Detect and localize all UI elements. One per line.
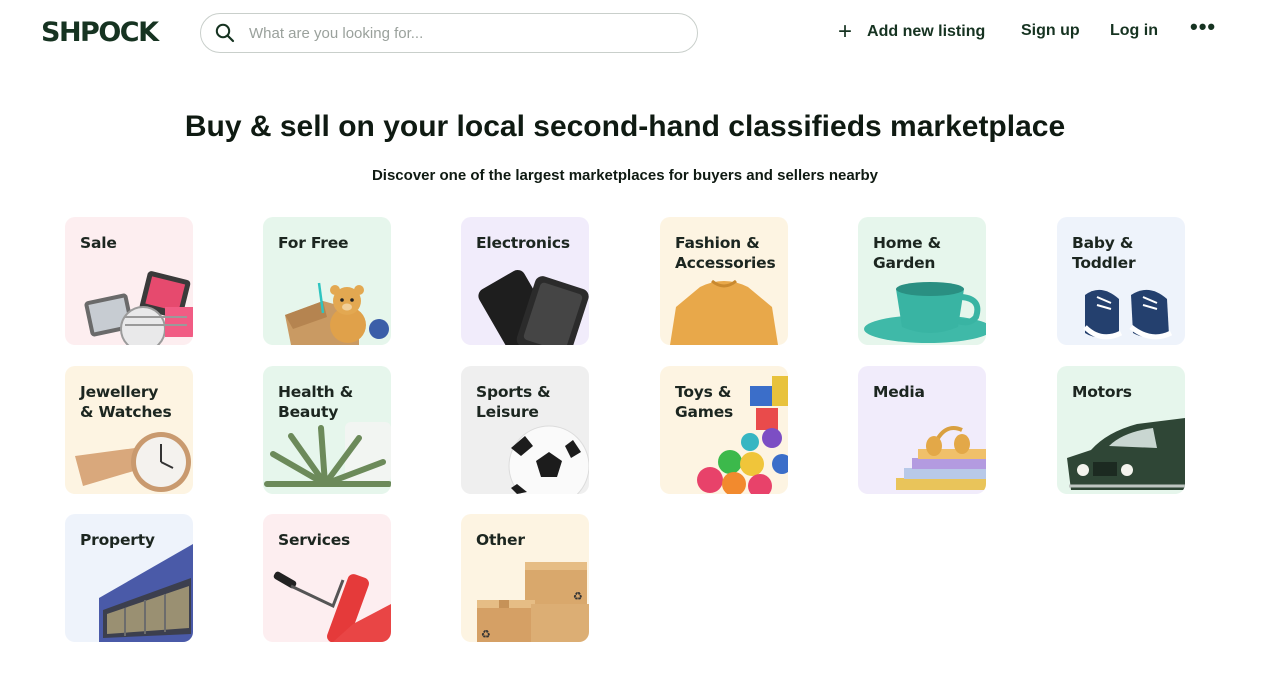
- category-tile-motors[interactable]: Motors: [1057, 366, 1185, 494]
- category-tile-electronics[interactable]: Electronics: [461, 217, 589, 345]
- plus-icon: +: [838, 18, 853, 45]
- category-label: Electronics: [476, 234, 570, 252]
- category-label: Services: [278, 531, 351, 549]
- category-label: Motors: [1072, 383, 1132, 401]
- category-tile-for-free[interactable]: For Free: [263, 217, 391, 345]
- category-label: Jewellery & Watches: [80, 383, 172, 421]
- search-input[interactable]: [249, 24, 669, 42]
- category-tile-home-garden[interactable]: Home & Garden: [858, 217, 986, 345]
- category-label: Baby & Toddler: [1072, 234, 1136, 272]
- category-tile-other[interactable]: ♻ ♻ Other: [461, 514, 589, 642]
- category-tile-services[interactable]: Services: [263, 514, 391, 642]
- category-tile-health-beauty[interactable]: Health & Beauty: [263, 366, 391, 494]
- more-menu-icon[interactable]: •••: [1190, 14, 1216, 40]
- category-tile-jewellery-watches[interactable]: Jewellery & Watches: [65, 366, 193, 494]
- svg-text:♻: ♻: [573, 590, 583, 603]
- category-tile-fashion[interactable]: Fashion & Accessories: [660, 217, 788, 345]
- category-label: Other: [476, 531, 525, 549]
- add-listing-link[interactable]: + Add new listing: [838, 18, 986, 45]
- sign-up-link[interactable]: Sign up: [1021, 22, 1080, 40]
- category-label: Fashion & Accessories: [675, 234, 776, 272]
- category-label: Sale: [80, 234, 117, 252]
- log-in-link[interactable]: Log in: [1110, 22, 1158, 40]
- category-tile-property[interactable]: Property: [65, 514, 193, 642]
- svg-text:♻: ♻: [481, 628, 491, 641]
- search-icon: [215, 23, 235, 43]
- category-tile-media[interactable]: Media: [858, 366, 986, 494]
- category-label: Property: [80, 531, 155, 549]
- category-label: Media: [873, 383, 925, 401]
- category-label: For Free: [278, 234, 349, 252]
- category-tile-sale[interactable]: Sale: [65, 217, 193, 345]
- category-label: Health & Beauty: [278, 383, 354, 421]
- page-title: Buy & sell on your local second-hand cla…: [184, 110, 1066, 143]
- category-label: Toys & Games: [675, 383, 734, 421]
- category-tile-baby-toddler[interactable]: Baby & Toddler: [1057, 217, 1185, 345]
- logo[interactable]: SHPOCK: [41, 17, 159, 48]
- category-label: Home & Garden: [873, 234, 941, 272]
- category-tile-sports-leisure[interactable]: Sports & Leisure: [461, 366, 589, 494]
- category-tile-toys-games[interactable]: Toys & Games: [660, 366, 788, 494]
- add-listing-label: Add new listing: [867, 23, 986, 40]
- category-label: Sports & Leisure: [476, 383, 551, 421]
- search-bar[interactable]: [200, 13, 698, 53]
- page-subtitle: Discover one of the largest marketplaces…: [371, 167, 879, 184]
